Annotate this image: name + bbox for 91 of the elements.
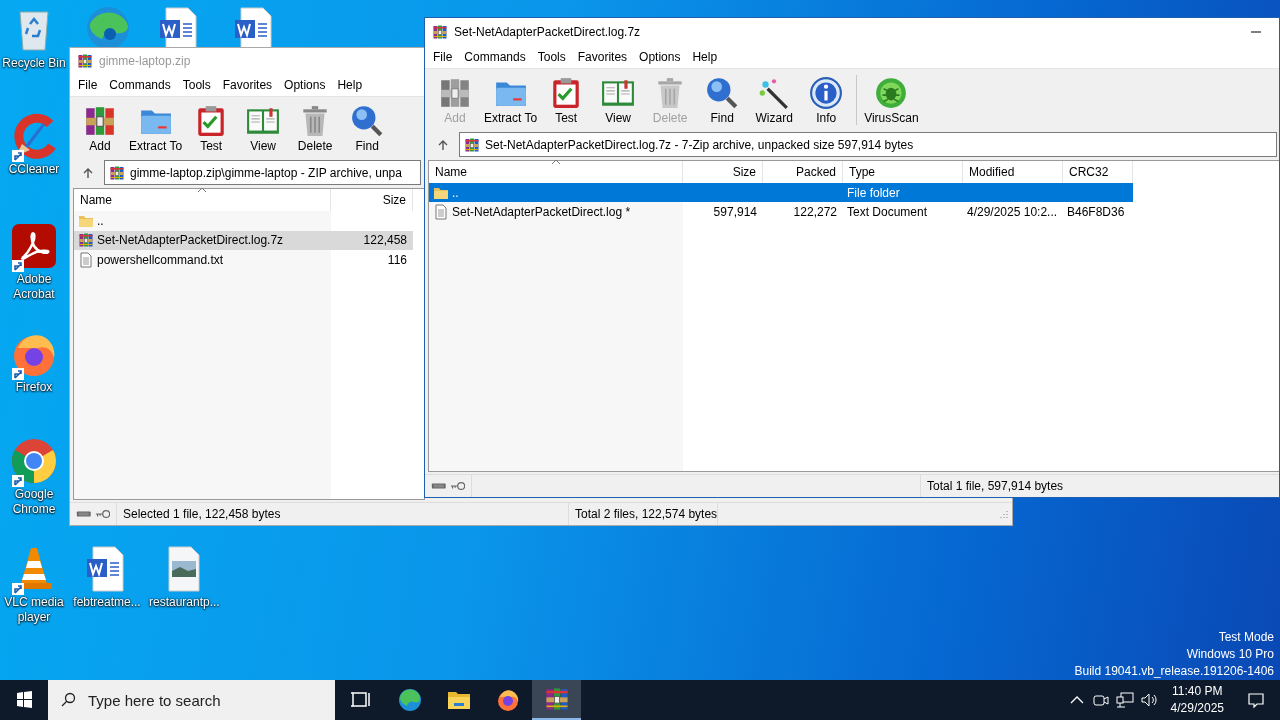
sort-caret-icon <box>197 187 207 193</box>
toolbar-button[interactable]: Info <box>800 76 853 129</box>
toolbar-button[interactable]: Find <box>696 76 749 129</box>
file-row[interactable]: Set-NetAdapterPacketDirect.log.7z 122,458 <box>74 230 413 250</box>
up-arrow-icon[interactable] <box>82 166 94 179</box>
books-icon <box>83 104 117 138</box>
system-text: Test Mode <box>1218 629 1274 646</box>
status-text: Selected 1 file, 122,458 bytes <box>123 507 281 521</box>
menu-item[interactable]: Favorites <box>571 50 634 64</box>
menu-item[interactable]: Help <box>686 50 724 64</box>
table-cell: 4/29/2025 10:2... <box>967 204 1058 219</box>
keyboard-icon <box>76 509 92 519</box>
toolbar-button[interactable]: Delete <box>289 104 342 157</box>
system-text: Build 19041.vb_release.191206-1406 <box>1074 663 1274 680</box>
window-title: gimme-laptop.zip <box>99 54 191 68</box>
search-icon <box>350 104 385 138</box>
up-arrow-icon[interactable] <box>437 138 449 151</box>
table-cell: powershellcommand.txt <box>97 252 224 267</box>
sort-caret-icon <box>550 159 561 165</box>
search-icon <box>705 76 740 110</box>
menu-item[interactable]: Options <box>633 50 687 64</box>
shortcut-arrow-icon <box>12 368 24 380</box>
file-row[interactable]: .. <box>74 211 413 231</box>
toolbar-button[interactable]: Extract To <box>126 104 186 157</box>
table-cell: Set-NetAdapterPacketDirect.log.7z <box>97 233 284 248</box>
search-field[interactable]: Type here to search <box>48 680 335 720</box>
status-text: Total 2 files, 122,574 bytes <box>575 507 718 521</box>
books-icon <box>432 24 448 40</box>
shortcut-arrow-icon <box>12 475 24 487</box>
address-field[interactable]: gimme-laptop.zip\gimme-laptop - ZIP archive, unpa <box>104 160 421 185</box>
resize-grip-icon[interactable] <box>999 509 1009 519</box>
books-icon <box>438 76 472 110</box>
key-icon <box>449 481 465 491</box>
table-cell: 122,458 <box>363 233 407 248</box>
toolbar-button[interactable]: View <box>592 76 645 129</box>
menu-item[interactable]: Tools <box>176 78 217 92</box>
toolbar-button[interactable]: Wizard <box>748 76 801 129</box>
table-cell: 116 <box>387 252 407 267</box>
text-file-icon <box>433 203 449 220</box>
toolbar-button[interactable]: VirusScan <box>861 76 922 129</box>
menu-item[interactable]: Commands <box>103 78 177 92</box>
browser-icon <box>10 437 58 485</box>
menu-item[interactable]: File <box>72 78 104 92</box>
clock-date[interactable]: 4/29/2025 <box>1170 700 1224 717</box>
menu-item[interactable]: Help <box>331 78 369 92</box>
browser-icon <box>495 688 520 712</box>
status-text: Total 1 file, 597,914 bytes <box>927 479 1064 493</box>
browser-icon <box>397 688 422 712</box>
table-cell: .. <box>97 213 104 228</box>
clock-time[interactable]: 11:40 PM <box>1172 683 1223 700</box>
books-icon <box>543 686 570 712</box>
window-title: Set-NetAdapterPacketDirect.log.7z <box>454 25 641 39</box>
menu-item[interactable]: Options <box>278 78 332 92</box>
menu-item[interactable]: Commands <box>458 50 532 64</box>
menu-item[interactable]: Favorites <box>216 78 279 92</box>
table-cell: B46F8D36 <box>1067 204 1125 219</box>
table-cell: 597,914 <box>713 204 757 219</box>
table-cell: Text Document <box>847 204 928 219</box>
menu-item[interactable]: Tools <box>531 50 572 64</box>
books-icon <box>78 232 94 249</box>
file-row[interactable]: Set-NetAdapterPacketDirect.log * 597,914 122,272 Text Document 4/29/2025 10:2... B46F8D36 <box>429 202 1133 221</box>
toolbar-button[interactable]: Test <box>540 76 593 129</box>
toolbar-button[interactable]: Add <box>74 104 126 157</box>
shortcut-arrow-icon <box>12 150 24 162</box>
table-cell: File folder <box>847 185 900 200</box>
file-row[interactable]: powershellcommand.txt 116 <box>74 250 413 270</box>
books-icon <box>77 53 93 69</box>
table-cell: 122,272 <box>793 204 837 219</box>
text-file-icon <box>78 251 94 268</box>
shortcut-arrow-icon <box>12 583 24 595</box>
key-icon <box>94 509 110 519</box>
search-icon <box>60 692 76 708</box>
toolbar-button[interactable]: View <box>237 104 290 157</box>
network-icon[interactable] <box>1114 690 1135 710</box>
system-text: Windows 10 Pro <box>1186 646 1274 663</box>
keyboard-icon <box>431 481 447 491</box>
bug-icon <box>874 76 909 110</box>
books-icon <box>464 136 480 153</box>
file-row[interactable]: .. File folder <box>429 183 1133 202</box>
info-icon <box>809 76 844 110</box>
toolbar-button[interactable]: Test <box>185 104 238 157</box>
shortcut-arrow-icon <box>12 260 24 272</box>
toolbar-button[interactable]: Find <box>341 104 394 157</box>
notification-icon[interactable] <box>1246 690 1266 710</box>
books-icon <box>109 164 125 181</box>
menu-item[interactable]: File <box>427 50 459 64</box>
table-cell: .. <box>452 185 459 200</box>
address-field[interactable]: Set-NetAdapterPacketDirect.log.7z - 7-Zip archive, unpacked size 597,914 bytes <box>459 132 1277 157</box>
app-icon <box>10 222 58 270</box>
toolbar-button[interactable]: Extract To <box>481 76 541 129</box>
table-cell: Set-NetAdapterPacketDirect.log * <box>452 204 631 219</box>
